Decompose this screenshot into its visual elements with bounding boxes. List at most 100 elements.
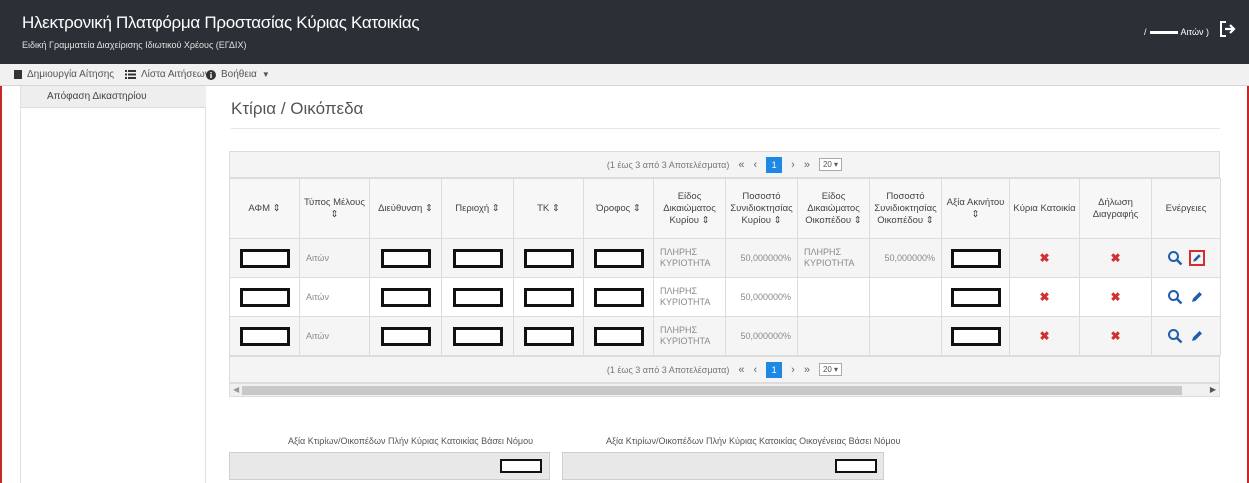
field-label-family-property-value: Αξία Κτιρίων/Οικοπέδων Πλήν Κύριας Κατοι… [606,436,901,446]
logout-icon[interactable] [1219,20,1237,38]
table-row: Αιτών ΠΛΗΡΗΣ ΚΥΡΙΟΤΗΤΑ 50,000000% ✖ ✖ [229,277,1221,317]
col-afm[interactable]: ΑΦΜ ⇕ [229,178,300,239]
current-page-button[interactable]: 1 [766,156,783,173]
col-deletion-declaration: Δήλωση Διαγραφής [1079,178,1152,239]
field-label-property-value: Αξία Κτιρίων/Οικοπέδων Πλήν Κύριας Κατοι… [288,436,534,446]
horizontal-scrollbar[interactable]: ◀ ▶ [229,383,1220,397]
col-actions: Ενέργειες [1151,178,1221,239]
redacted-value [452,248,503,268]
redacted-value [523,287,574,307]
redacted-value [380,287,431,307]
cell-area [441,316,514,356]
prev-page-button[interactable]: ‹ [753,159,757,171]
current-page-button[interactable]: 1 [766,361,783,378]
buildings-grid: (1 έως 3 από 3 Αποτελέσματα) « ‹ 1 › » 2… [229,151,1221,397]
last-page-button[interactable]: » [804,364,810,376]
magnifier-icon[interactable] [1167,250,1183,266]
cell-postcode [513,316,584,356]
last-page-button[interactable]: » [804,159,810,171]
cell-floor [583,316,654,356]
col-floor[interactable]: Όροφος ⇕ [583,178,654,239]
table-row: Αιτών ΠΛΗΡΗΣ ΚΥΡΙΟΤΗΤΑ 50,000000% ΠΛΗΡΗΣ… [229,238,1221,278]
next-page-button[interactable]: › [791,364,795,376]
cell-main-residence: ✖ [1009,277,1080,317]
pager-summary: (1 έως 3 από 3 Αποτελέσματα) [606,364,730,375]
top-navbar: Δημιουργία Αίτησης Λίστα Αιτήσεων Βοήθει… [0,64,1249,86]
family-property-value-field [562,452,884,480]
cell-plot-percentage [869,316,942,356]
col-property-value[interactable]: Αξία Ακινήτου ⇕ [941,178,1010,239]
page-title: Κτίρια / Οικόπεδα [231,99,364,118]
redacted-username [1149,30,1178,34]
paginator-top: (1 έως 3 από 3 Αποτελέσματα) « ‹ 1 › » 2… [229,151,1220,178]
pager-summary: (1 έως 3 από 3 Αποτελέσματα) [606,159,730,170]
nav-help-label: Βοήθεια [221,69,257,80]
app-subtitle: Ειδική Γραμματεία Διαχείρισης Ιδιωτικού … [22,40,247,50]
nav-application-list[interactable]: Λίστα Αιτήσεων [125,69,210,80]
cell-floor [583,238,654,278]
cell-member-type: Αιτών [299,238,370,278]
cell-deletion-declaration: ✖ [1079,316,1152,356]
cell-area [441,238,514,278]
magnifier-icon[interactable] [1167,328,1183,344]
pencil-icon[interactable] [1189,289,1205,305]
col-owner-percentage[interactable]: Ποσοστό Συνιδιοκτησίας Κυρίου ⇕ [725,178,798,239]
page-size-select[interactable]: 20 ▾ [818,158,843,171]
cell-main-residence: ✖ [1009,238,1080,278]
sidebar-item-label: Απόφαση Δικαστηρίου [47,91,147,102]
cell-owner-percentage: 50,000000% [725,238,798,278]
paginator-bottom: (1 έως 3 από 3 Αποτελέσματα) « ‹ 1 › » 2… [229,356,1220,383]
col-member-type[interactable]: Τύπος Μέλους ⇕ [299,178,370,239]
col-area[interactable]: Περιοχή ⇕ [441,178,514,239]
nav-create-application[interactable]: Δημιουργία Αίτησης [14,69,114,80]
cell-afm [229,238,300,278]
cell-property-value [941,238,1010,278]
col-address[interactable]: Διεύθυνση ⇕ [369,178,442,239]
list-icon [125,70,136,79]
col-owner-right-type[interactable]: Είδος Δικαιώματος Κυρίου ⇕ [653,178,726,239]
redacted-value [452,326,503,346]
col-plot-right-type[interactable]: Είδος Δικαιώματος Οικοπέδου ⇕ [797,178,870,239]
redacted-value [239,248,290,268]
pencil-icon[interactable] [1189,250,1206,266]
page-size-select[interactable]: 20 ▾ [818,363,843,376]
cell-actions [1151,277,1221,317]
redacted-value [593,287,644,307]
cell-member-type: Αιτών [299,316,370,356]
cell-deletion-declaration: ✖ [1079,238,1152,278]
cell-postcode [513,277,584,317]
prev-page-button[interactable]: ‹ [753,364,757,376]
first-page-button[interactable]: « [738,364,744,376]
scroll-right-icon[interactable]: ▶ [1210,385,1216,394]
table-header-row: ΑΦΜ ⇕ Τύπος Μέλους ⇕ Διεύθυνση ⇕ Περιοχή… [229,178,1221,239]
cell-plot-right-type [797,316,870,356]
col-main-residence: Κύρια Κατοικία [1009,178,1080,239]
app-header: Ηλεκτρονική Πλατφόρμα Προστασίας Κύριας … [0,0,1249,64]
property-value-field [229,452,550,480]
next-page-button[interactable]: › [791,159,795,171]
first-page-button[interactable]: « [738,159,744,171]
cell-actions [1151,316,1221,356]
cell-owner-right-type: ΠΛΗΡΗΣ ΚΥΡΙΟΤΗΤΑ [653,316,726,356]
nav-help[interactable]: Βοήθεια ▼ [206,69,270,80]
scrollbar-thumb[interactable] [242,386,1182,395]
cell-property-value [941,316,1010,356]
sidebar-item-court-decision[interactable]: Απόφαση Δικαστηρίου [21,86,206,108]
cell-address [369,316,442,356]
redacted-value [500,459,542,473]
divider [231,128,1220,129]
cell-owner-right-type: ΠΛΗΡΗΣ ΚΥΡΙΟΤΗΤΑ [653,277,726,317]
col-plot-percentage[interactable]: Ποσοστό Συνιδιοκτησίας Οικοπέδου ⇕ [869,178,942,239]
sidebar: Απόφαση Δικαστηρίου [20,86,206,483]
cell-actions [1151,238,1221,278]
cell-afm [229,316,300,356]
magnifier-icon[interactable] [1167,289,1183,305]
scroll-left-icon[interactable]: ◀ [233,385,239,394]
redacted-value [239,326,290,346]
col-postcode[interactable]: ΤΚ ⇕ [513,178,584,239]
cell-floor [583,277,654,317]
pencil-icon[interactable] [1189,328,1205,344]
cell-plot-percentage: 50,000000% [869,238,942,278]
cell-deletion-declaration: ✖ [1079,277,1152,317]
buildings-table: ΑΦΜ ⇕ Τύπος Μέλους ⇕ Διεύθυνση ⇕ Περιοχή… [229,178,1221,356]
